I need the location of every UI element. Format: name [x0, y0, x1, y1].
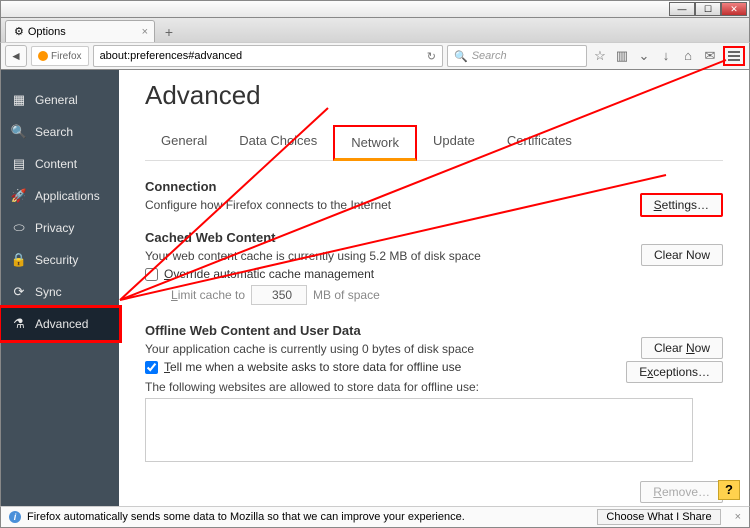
search-bar[interactable]: 🔍 Search [447, 45, 587, 67]
sidebar-item-privacy[interactable]: ⬭ Privacy [1, 212, 119, 244]
sidebar-label: Search [35, 125, 73, 139]
reader-icon[interactable]: ▥ [613, 47, 631, 65]
connection-heading: Connection [145, 179, 723, 194]
exceptions-button[interactable]: Exceptions… [626, 361, 723, 383]
general-icon: ▦ [11, 92, 27, 108]
sidebar-label: Security [35, 253, 78, 267]
search-icon: 🔍 [11, 124, 27, 140]
applications-icon: 🚀 [11, 188, 27, 204]
offline-sites-list[interactable] [145, 398, 693, 462]
cache-section: Cached Web Content Your web content cach… [145, 230, 723, 305]
tab-title: Options [28, 26, 66, 38]
window-titlebar: — ☐ ✕ [0, 0, 750, 18]
offline-section: Offline Web Content and User Data Your a… [145, 323, 723, 462]
sidebar-label: General [35, 93, 78, 107]
sidebar-item-content[interactable]: ▤ Content [1, 148, 119, 180]
search-icon: 🔍 [454, 50, 468, 63]
connection-settings-button[interactable]: Settings… [640, 193, 723, 217]
connection-desc: Configure how Firefox connects to the In… [145, 198, 723, 212]
back-button[interactable]: ◄ [5, 45, 27, 67]
sidebar-item-sync[interactable]: ⟳ Sync [1, 276, 119, 308]
offline-clear-button[interactable]: Clear Now [641, 337, 723, 359]
home-icon[interactable]: ⌂ [679, 47, 697, 65]
cache-clear-button[interactable]: Clear Now [641, 244, 723, 266]
limit-cache-suffix: MB of space [313, 288, 380, 302]
search-placeholder: Search [472, 50, 507, 62]
connection-section: Connection Configure how Firefox connect… [145, 179, 723, 212]
tab-certificates[interactable]: Certificates [491, 125, 588, 160]
sidebar-item-applications[interactable]: 🚀 Applications [1, 180, 119, 212]
status-message: Firefox automatically sends some data to… [27, 511, 465, 523]
browser-tab-options[interactable]: ⚙ Options × [5, 20, 155, 42]
advanced-icon: ⚗ [11, 316, 27, 332]
window-close-button[interactable]: ✕ [721, 2, 747, 16]
reload-icon[interactable]: ↻ [427, 50, 436, 63]
sidebar-item-security[interactable]: 🔒 Security [1, 244, 119, 276]
cache-desc: Your web content cache is currently usin… [145, 249, 723, 263]
identity-label: Firefox [51, 51, 82, 62]
content-icon: ▤ [11, 156, 27, 172]
bookmark-star-icon[interactable]: ☆ [591, 47, 609, 65]
sidebar-label: Applications [35, 189, 100, 203]
downloads-icon[interactable]: ↓ [657, 47, 675, 65]
sync-icon: ⟳ [11, 284, 27, 300]
url-text: about:preferences#advanced [100, 50, 243, 62]
limit-cache-row: Limit cache to MB of space [171, 285, 723, 305]
cache-heading: Cached Web Content [145, 230, 723, 245]
tab-network[interactable]: Network [333, 125, 417, 161]
chat-icon[interactable]: ✉ [701, 47, 719, 65]
limit-cache-input [251, 285, 307, 305]
preferences-main: Advanced General Data Choices Network Up… [119, 70, 749, 508]
window-minimize-button[interactable]: — [669, 2, 695, 16]
sidebar-label: Sync [35, 285, 62, 299]
tab-strip: ⚙ Options × + [0, 18, 750, 42]
privacy-icon: ⬭ [11, 220, 27, 236]
tab-general[interactable]: General [145, 125, 223, 160]
status-close-icon[interactable]: × [735, 511, 741, 523]
gear-icon: ⚙ [14, 25, 24, 38]
tab-data-choices[interactable]: Data Choices [223, 125, 333, 160]
tell-me-input[interactable] [145, 361, 158, 374]
info-icon: i [9, 511, 21, 523]
navigation-toolbar: ◄ Firefox about:preferences#advanced ↻ 🔍… [0, 42, 750, 70]
remove-button: Remove… [640, 481, 723, 503]
sidebar-item-advanced[interactable]: ⚗ Advanced [0, 305, 122, 343]
window-maximize-button[interactable]: ☐ [695, 2, 721, 16]
offline-heading: Offline Web Content and User Data [145, 323, 723, 338]
pocket-icon[interactable]: ⌄ [635, 47, 653, 65]
lock-icon: 🔒 [11, 252, 27, 268]
site-identity-badge[interactable]: Firefox [31, 46, 89, 66]
page-title: Advanced [145, 80, 723, 111]
url-bar[interactable]: about:preferences#advanced ↻ [93, 45, 443, 67]
status-bar: i Firefox automatically sends some data … [0, 506, 750, 528]
offline-desc: Your application cache is currently usin… [145, 342, 723, 356]
tab-close-icon[interactable]: × [142, 26, 148, 38]
choose-share-button[interactable]: Choose What I Share [597, 509, 720, 525]
help-button[interactable]: ? [718, 480, 740, 500]
sidebar-label: Privacy [35, 221, 74, 235]
advanced-subtabs: General Data Choices Network Update Cert… [145, 125, 723, 161]
firefox-icon [38, 51, 48, 61]
sidebar-label: Content [35, 157, 77, 171]
new-tab-button[interactable]: + [159, 24, 179, 42]
sidebar-label: Advanced [35, 317, 88, 331]
override-cache-checkbox[interactable]: Override automatic cache management [145, 267, 723, 281]
sidebar-item-general[interactable]: ▦ General [1, 84, 119, 116]
tab-update[interactable]: Update [417, 125, 491, 160]
override-cache-input[interactable] [145, 268, 158, 281]
preferences-sidebar: ▦General 🔍Search ▤Content 🚀Applications … [1, 70, 119, 508]
menu-button[interactable] [723, 46, 745, 66]
sidebar-item-search[interactable]: 🔍 Search [1, 116, 119, 148]
